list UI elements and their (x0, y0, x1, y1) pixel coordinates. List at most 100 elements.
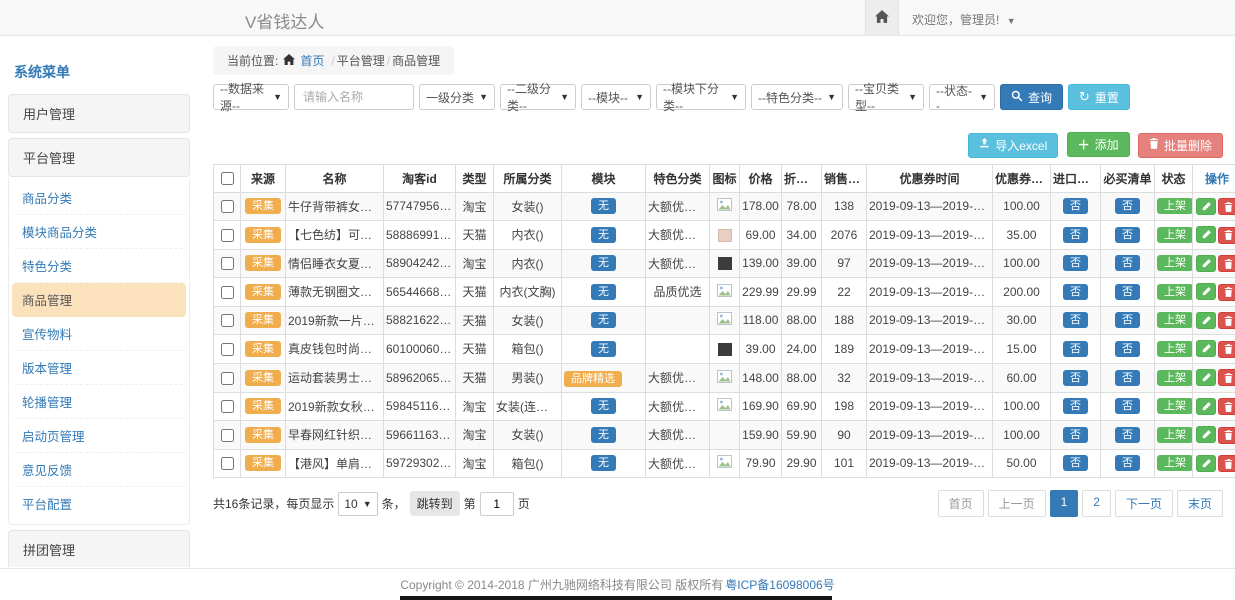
edit-button[interactable] (1196, 340, 1216, 357)
delete-button[interactable] (1218, 341, 1235, 358)
status-badge[interactable]: 上架 (1157, 455, 1193, 471)
row-checkbox[interactable] (221, 200, 234, 213)
delete-button[interactable] (1218, 398, 1235, 415)
edit-button[interactable] (1196, 426, 1216, 443)
row-checkbox[interactable] (221, 400, 234, 413)
status-badge[interactable]: 上架 (1157, 341, 1193, 357)
imported-badge[interactable]: 否 (1063, 312, 1088, 328)
sidebar-item[interactable]: 版本管理 (12, 351, 186, 385)
status-badge[interactable]: 上架 (1157, 370, 1193, 386)
imported-badge[interactable]: 否 (1063, 370, 1088, 386)
page-button[interactable]: 1 (1050, 490, 1079, 517)
edit-button[interactable] (1196, 198, 1216, 215)
page-button[interactable]: 下一页 (1115, 490, 1173, 517)
row-checkbox[interactable] (221, 229, 234, 242)
status-badge[interactable]: 上架 (1157, 198, 1193, 214)
imported-badge[interactable]: 否 (1063, 427, 1088, 443)
reset-button[interactable]: ↻ 重置 (1068, 84, 1130, 110)
import-excel-button[interactable]: 导入excel (968, 133, 1058, 158)
sidebar-group[interactable]: 平台管理 (8, 138, 190, 177)
jump-button[interactable]: 跳转到 (410, 491, 460, 516)
batch-delete-button[interactable]: 批量删除 (1138, 133, 1223, 158)
edit-button[interactable] (1196, 369, 1216, 386)
sidebar-item[interactable]: 意见反馈 (12, 453, 186, 487)
filter-select[interactable]: --特色分类--▼ (751, 84, 843, 110)
delete-button[interactable] (1218, 427, 1235, 444)
delete-button[interactable] (1218, 284, 1235, 301)
imported-badge[interactable]: 否 (1063, 341, 1088, 357)
sidebar-group[interactable]: 拼团管理 (8, 530, 190, 567)
row-checkbox[interactable] (221, 343, 234, 356)
filter-select[interactable]: --模块下分类--▼ (656, 84, 746, 110)
add-button[interactable]: ＋ 添加 (1067, 132, 1130, 157)
sidebar-item[interactable]: 平台配置 (12, 487, 186, 520)
row-checkbox[interactable] (221, 314, 234, 327)
page-button[interactable]: 上一页 (988, 490, 1046, 517)
edit-button[interactable] (1196, 312, 1216, 329)
edit-button[interactable] (1196, 398, 1216, 415)
imported-badge[interactable]: 否 (1063, 398, 1088, 414)
page-button[interactable]: 末页 (1177, 490, 1223, 517)
must-buy-badge[interactable]: 否 (1115, 370, 1140, 386)
sidebar-item[interactable]: 轮播管理 (12, 385, 186, 419)
delete-button[interactable] (1218, 455, 1235, 472)
must-buy-badge[interactable]: 否 (1115, 398, 1140, 414)
imported-badge[interactable]: 否 (1063, 255, 1088, 271)
sidebar-item[interactable]: 宣传物料 (12, 317, 186, 351)
edit-button[interactable] (1196, 255, 1216, 272)
delete-button[interactable] (1218, 227, 1235, 244)
status-badge[interactable]: 上架 (1157, 398, 1193, 414)
filter-select[interactable]: --状态--▼ (929, 84, 995, 110)
search-button[interactable]: 查询 (1000, 84, 1063, 110)
edit-button[interactable] (1196, 226, 1216, 243)
edit-button[interactable] (1196, 455, 1216, 472)
breadcrumb-home-link[interactable]: 首页 (300, 52, 324, 69)
sidebar-item[interactable]: 商品管理 (12, 283, 186, 317)
select-all-checkbox[interactable] (221, 172, 234, 185)
sidebar-item[interactable]: 特色分类 (12, 249, 186, 283)
must-buy-badge[interactable]: 否 (1115, 284, 1140, 300)
imported-badge[interactable]: 否 (1063, 284, 1088, 300)
page-number-input[interactable] (480, 492, 514, 516)
filter-select[interactable]: --模块--▼ (581, 84, 651, 110)
page-button[interactable]: 首页 (938, 490, 984, 517)
status-badge[interactable]: 上架 (1157, 312, 1193, 328)
sidebar-group[interactable]: 用户管理 (8, 94, 190, 133)
must-buy-badge[interactable]: 否 (1115, 455, 1140, 471)
must-buy-badge[interactable]: 否 (1115, 341, 1140, 357)
per-page-select[interactable]: 10 ▼ (338, 492, 377, 516)
row-checkbox[interactable] (221, 286, 234, 299)
imported-badge[interactable]: 否 (1063, 198, 1088, 214)
edit-button[interactable] (1196, 283, 1216, 300)
name-search-input[interactable] (294, 84, 414, 110)
delete-button[interactable] (1218, 255, 1235, 272)
row-checkbox[interactable] (221, 429, 234, 442)
sidebar-item[interactable]: 启动页管理 (12, 419, 186, 453)
imported-badge[interactable]: 否 (1063, 455, 1088, 471)
must-buy-badge[interactable]: 否 (1115, 427, 1140, 443)
status-badge[interactable]: 上架 (1157, 227, 1193, 243)
filter-select[interactable]: 一级分类▼ (419, 84, 495, 110)
must-buy-badge[interactable]: 否 (1115, 198, 1140, 214)
icp-link[interactable]: 粤ICP备16098006号 (725, 576, 834, 593)
row-checkbox[interactable] (221, 457, 234, 470)
sidebar-item[interactable]: 模块商品分类 (12, 215, 186, 249)
user-menu[interactable]: 欢迎您，管理员! ▼ (912, 11, 1016, 28)
status-badge[interactable]: 上架 (1157, 427, 1193, 443)
page-button[interactable]: 2 (1082, 490, 1111, 517)
must-buy-badge[interactable]: 否 (1115, 255, 1140, 271)
status-badge[interactable]: 上架 (1157, 284, 1193, 300)
sidebar-item[interactable]: 商品分类 (12, 181, 186, 215)
row-checkbox[interactable] (221, 257, 234, 270)
must-buy-badge[interactable]: 否 (1115, 227, 1140, 243)
row-checkbox[interactable] (221, 372, 234, 385)
delete-button[interactable] (1218, 198, 1235, 215)
filter-select[interactable]: --数据来源--▼ (213, 84, 289, 110)
filter-select[interactable]: --宝贝类型--▼ (848, 84, 924, 110)
delete-button[interactable] (1218, 312, 1235, 329)
imported-badge[interactable]: 否 (1063, 227, 1088, 243)
delete-button[interactable] (1218, 369, 1235, 386)
status-badge[interactable]: 上架 (1157, 255, 1193, 271)
must-buy-badge[interactable]: 否 (1115, 312, 1140, 328)
filter-select[interactable]: --二级分类--▼ (500, 84, 576, 110)
